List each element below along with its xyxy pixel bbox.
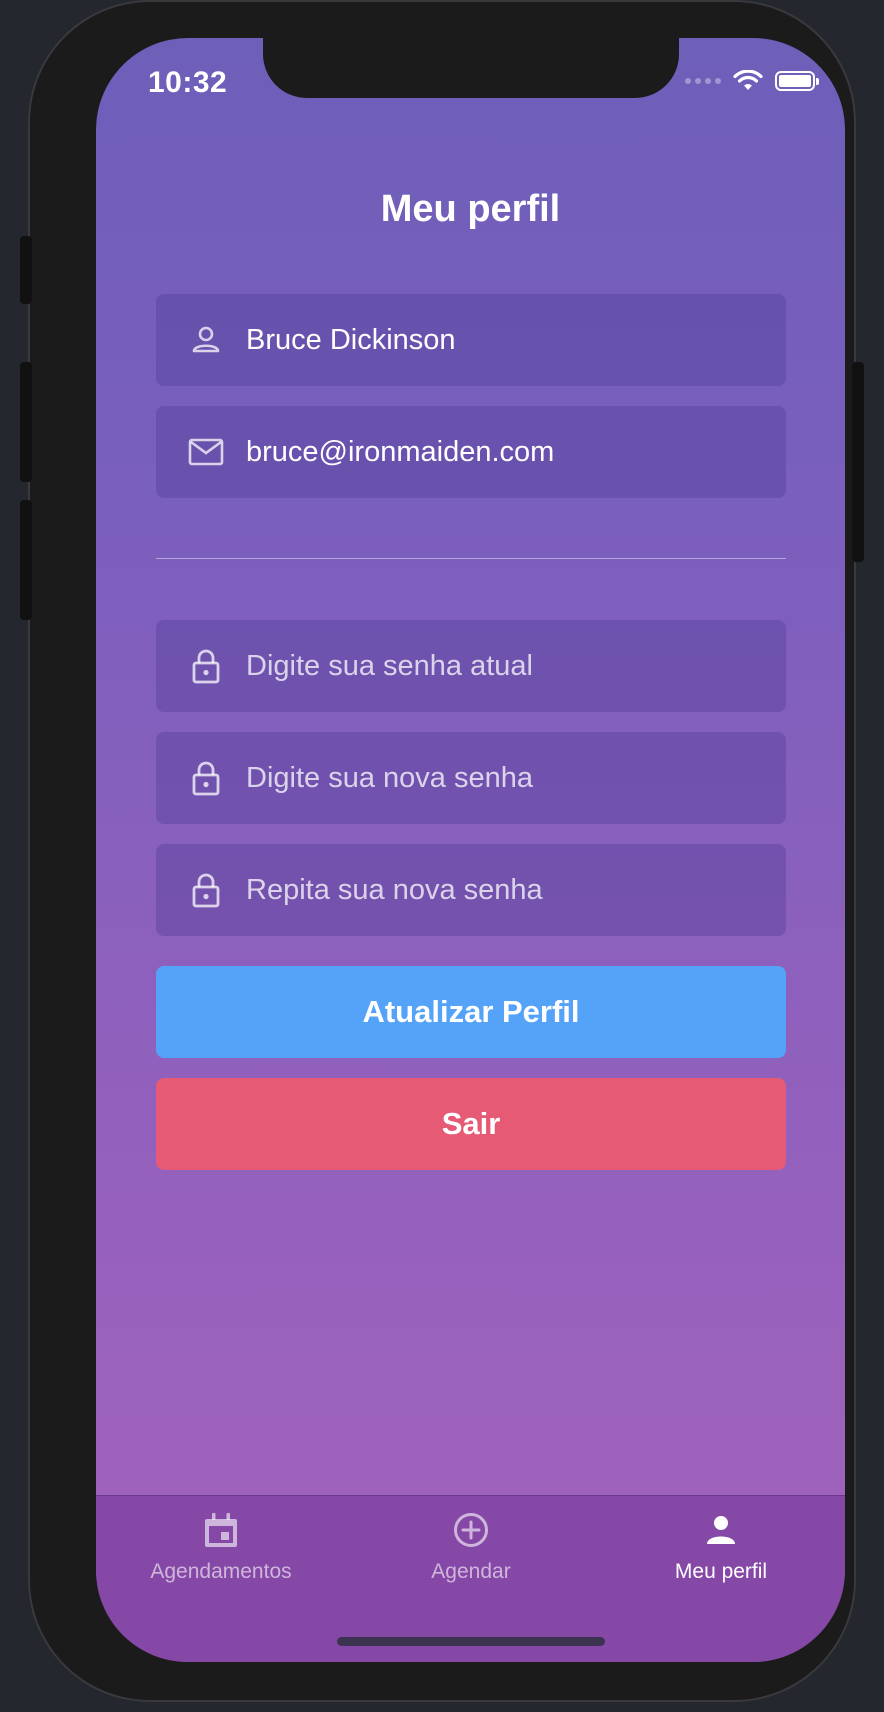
volume-up-button <box>20 362 32 482</box>
mail-icon <box>188 434 224 470</box>
name-value: Bruce Dickinson <box>246 323 456 356</box>
confirm-password-field[interactable] <box>156 844 786 936</box>
power-button <box>852 362 864 562</box>
page-title: Meu perfil <box>380 188 561 230</box>
confirm-password-input[interactable] <box>246 873 766 907</box>
mute-switch <box>20 236 32 304</box>
user-icon <box>188 322 224 358</box>
calendar-icon <box>201 1510 241 1550</box>
tab-bar: Agendamentos Agendar Meu perfil <box>96 1495 845 1662</box>
section-divider <box>156 558 786 559</box>
name-field[interactable]: Bruce Dickinson <box>156 294 786 386</box>
email-field[interactable]: bruce@ironmaiden.com <box>156 406 786 498</box>
current-password-input[interactable] <box>246 649 766 683</box>
home-indicator[interactable] <box>337 1637 605 1646</box>
tab-meu-perfil[interactable]: Meu perfil <box>596 1510 845 1584</box>
status-indicators <box>685 70 819 92</box>
status-time: 10:32 <box>148 66 228 99</box>
new-password-field[interactable] <box>156 732 786 824</box>
current-password-field[interactable] <box>156 620 786 712</box>
phone-frame: 10:32 Meu perfil Bruce Dickinson bruce@i… <box>20 0 864 1702</box>
lock-icon <box>188 872 224 908</box>
tab-agendamentos[interactable]: Agendamentos <box>96 1510 346 1584</box>
volume-down-button <box>20 500 32 620</box>
lock-icon <box>188 648 224 684</box>
tab-label: Agendar <box>431 1560 511 1583</box>
new-password-input[interactable] <box>246 761 766 795</box>
signal-icon <box>685 78 721 84</box>
notch <box>263 38 679 98</box>
email-value: bruce@ironmaiden.com <box>246 435 555 468</box>
tab-label: Agendamentos <box>150 1560 292 1583</box>
lock-icon <box>188 760 224 796</box>
exit-button[interactable]: Sair <box>156 1078 786 1170</box>
tab-label: Meu perfil <box>674 1560 768 1583</box>
person-icon <box>701 1510 741 1550</box>
wifi-icon <box>733 70 763 90</box>
add-circle-icon <box>451 1510 491 1550</box>
update-profile-button[interactable]: Atualizar Perfil <box>156 966 786 1058</box>
battery-icon <box>775 71 819 91</box>
tab-agendar[interactable]: Agendar <box>346 1510 596 1584</box>
app-screen: 10:32 Meu perfil Bruce Dickinson bruce@i… <box>96 38 845 1662</box>
